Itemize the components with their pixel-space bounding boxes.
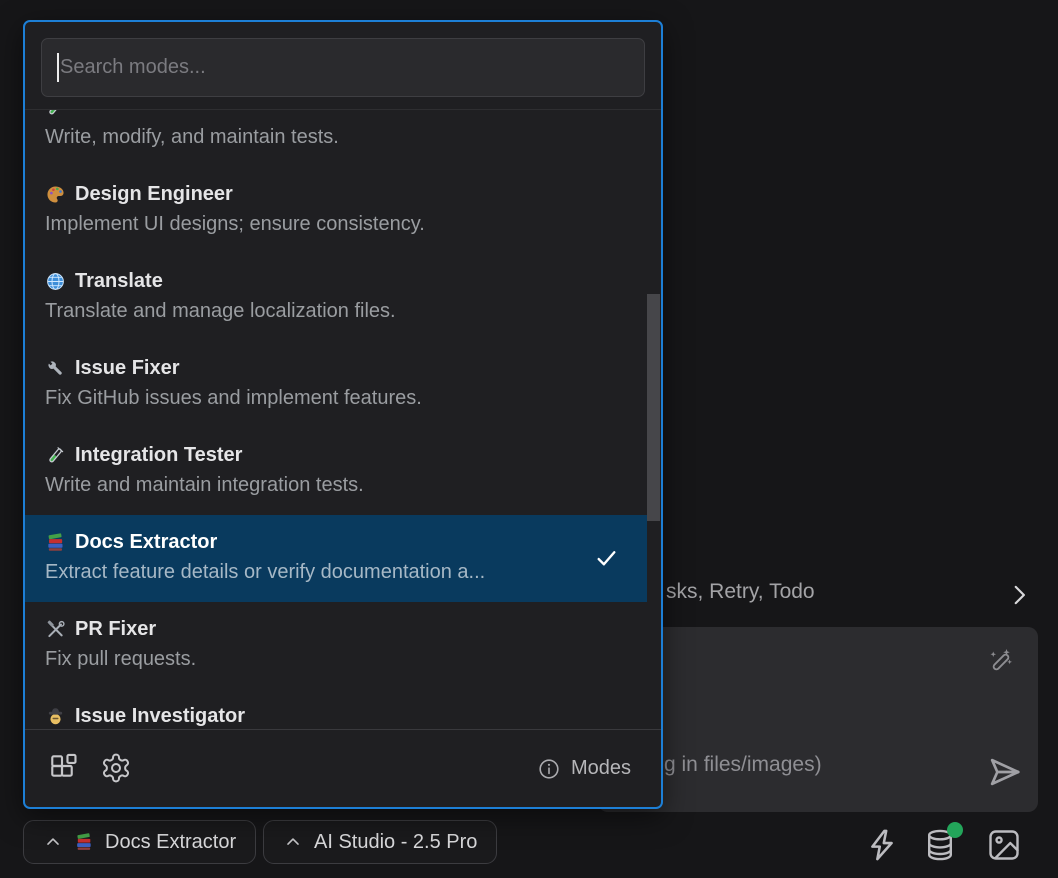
books-icon — [45, 532, 66, 553]
mode-option-docs-extractor[interactable]: Docs Extractor Extract feature details or… — [25, 515, 647, 602]
app-root: sks, Retry, Todo g in files/images) — [0, 0, 1058, 878]
status-dot — [947, 822, 963, 838]
text-caret — [57, 53, 59, 82]
mode-description: Implement UI designs; ensure consistency… — [45, 209, 627, 239]
books-icon — [74, 832, 94, 852]
mode-description: Fix pull requests. — [45, 644, 627, 674]
mode-option-translate[interactable]: Translate Translate and manage localizati… — [25, 254, 647, 341]
mode-option-partial[interactable]: Write, modify, and maintain tests. — [25, 110, 647, 167]
mode-title: Issue Fixer — [75, 357, 180, 380]
mode-option-design-engineer[interactable]: Design Engineer Implement UI designs; ens… — [25, 167, 647, 254]
mode-title: Design Engineer — [75, 183, 233, 206]
lightning-icon[interactable] — [864, 827, 900, 863]
mode-title: Translate — [75, 270, 163, 293]
model-selector-label: AI Studio - 2.5 Pro — [314, 831, 477, 854]
globe-icon — [45, 271, 66, 292]
mode-title: Docs Extractor — [75, 531, 217, 554]
check-icon — [594, 546, 619, 571]
info-icon — [537, 757, 561, 781]
test-tube-icon — [45, 110, 66, 119]
send-icon[interactable] — [985, 753, 1023, 791]
mode-option-issue-investigator[interactable]: Issue Investigator — [25, 689, 647, 729]
chevron-up-icon — [283, 832, 303, 852]
mode-picker-dialog: Write, modify, and maintain tests. Design… — [23, 20, 663, 809]
mode-title: PR Fixer — [75, 618, 156, 641]
chevron-up-icon — [43, 832, 63, 852]
wrench-icon — [45, 358, 66, 379]
mode-selector-label: Docs Extractor — [105, 831, 236, 854]
palette-icon — [45, 184, 66, 205]
modes-label: Modes — [571, 757, 631, 780]
mode-selector-button[interactable]: Docs Extractor — [23, 820, 256, 864]
test-tube-icon — [45, 445, 66, 466]
search-input[interactable] — [41, 38, 645, 97]
mode-list-viewport: Write, modify, and maintain tests. Design… — [25, 110, 661, 729]
mode-option-integration-tester[interactable]: Integration Tester Write and maintain int… — [25, 428, 647, 515]
mode-option-issue-fixer[interactable]: Issue Fixer Fix GitHub issues and impleme… — [25, 341, 647, 428]
chat-input-box[interactable]: g in files/images) — [598, 627, 1038, 812]
mode-list: Write, modify, and maintain tests. Design… — [25, 110, 647, 729]
enhance-prompt-wand-icon[interactable] — [986, 647, 1016, 677]
mode-option-pr-fixer[interactable]: PR Fixer Fix pull requests. — [25, 602, 647, 689]
chevron-right-icon[interactable] — [1006, 582, 1032, 608]
mode-description: Extract feature details or verify docume… — [45, 557, 627, 587]
marketplace-extensions-icon[interactable] — [47, 752, 81, 786]
mode-description: Fix GitHub issues and implement features… — [45, 383, 627, 413]
mode-title: Integration Tester — [75, 444, 242, 467]
mode-title: Issue Investigator — [75, 705, 245, 728]
chat-input-placeholder[interactable]: g in files/images) — [664, 753, 822, 777]
mode-picker-footer: Modes — [25, 729, 661, 807]
mode-description: Write and maintain integration tests. — [45, 470, 627, 500]
model-selector-button[interactable]: AI Studio - 2.5 Pro — [263, 820, 497, 864]
hammer-wrench-icon — [45, 619, 66, 640]
gear-icon[interactable] — [99, 752, 133, 786]
detective-icon — [45, 706, 66, 727]
task-summary-text: sks, Retry, Todo — [666, 580, 815, 604]
mode-description: Translate and manage localization files. — [45, 296, 627, 326]
mode-description: Write, modify, and maintain tests. — [45, 122, 627, 152]
image-icon[interactable] — [986, 827, 1022, 863]
scrollbar-thumb[interactable] — [647, 294, 660, 521]
